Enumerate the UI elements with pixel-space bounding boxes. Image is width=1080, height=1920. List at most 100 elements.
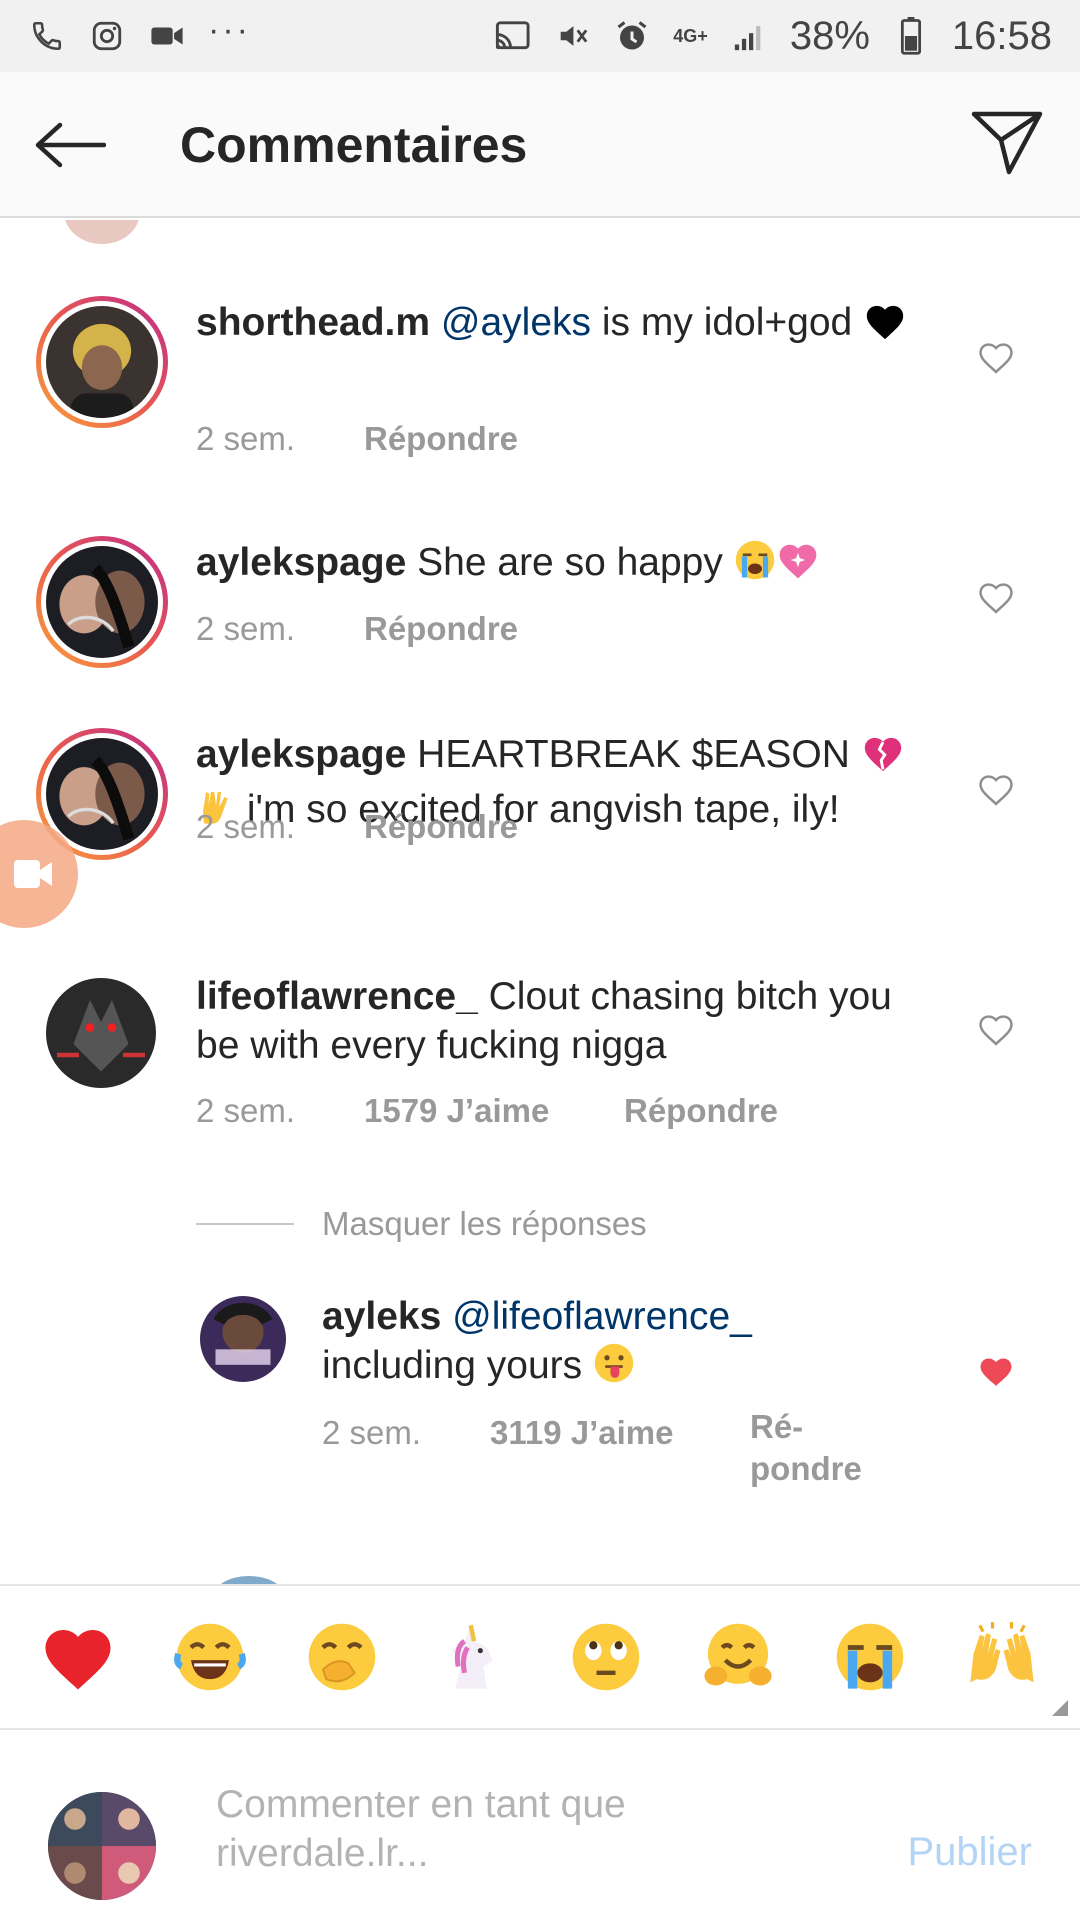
comment-input-placeholder-line1: Commenter en tant que [216,1783,626,1826]
comment-body: including yours [322,1344,583,1387]
emoji-hand-over-mouth[interactable] [300,1615,384,1699]
back-button[interactable] [30,112,110,178]
comment-body: She are so happy [406,541,723,584]
avatar [46,306,158,418]
comment-likes[interactable]: 3119 J’aime [490,1414,750,1490]
like-button[interactable] [972,1348,1020,1396]
mute-vibrate-icon [553,17,591,55]
comment-username[interactable]: aylekspage [196,733,406,776]
battery-percent: 38% [789,13,870,58]
comment-username[interactable]: lifeoflawrence_ [196,975,478,1018]
heart-filled-icon [980,1358,1012,1386]
reply-button[interactable]: Répondre [364,610,518,648]
current-user-avatar [48,1792,156,1900]
clock: 16:58 [951,13,1052,58]
comment-mention[interactable]: @lifeoflawrence_ [452,1295,752,1338]
comment-username[interactable]: shorthead.m [196,301,430,344]
comment-meta: 2 sem. 3119 J’aime Ré- pondre [322,1408,862,1490]
heart-outline-icon [979,1015,1013,1046]
emoji-rolling-eyes[interactable] [564,1615,648,1699]
back-arrow-icon [35,122,106,168]
comment-input[interactable]: Commenter en tant que riverdale.lr... [216,1780,836,1878]
reply-button[interactable]: Répondre [364,808,518,846]
like-button[interactable] [972,574,1020,622]
reply-button[interactable]: Répondre [624,1092,778,1130]
app-header: Commentaires [0,72,1080,218]
like-button[interactable] [972,766,1020,814]
emoji-loudly-crying[interactable] [828,1615,912,1699]
comment-likes[interactable]: 1579 J’aime [364,1092,624,1130]
heart-outline-icon [979,583,1013,614]
comment-input-placeholder-line2: riverdale.lr... [216,1832,429,1875]
more-notifications-icon: ··· [208,11,251,49]
avatar-story-ring[interactable] [36,296,168,428]
comment-meta: 2 sem. Répondre [196,420,518,458]
emoji-tears-of-joy[interactable] [168,1615,252,1699]
comment-time: 2 sem. [196,1092,296,1129]
comment-meta: 2 sem. Répondre [196,610,518,648]
comment-text: lifeoflawrence_ Clout chasing bitch you … [196,972,936,1070]
emoji-hugging-face[interactable] [696,1615,780,1699]
publish-button[interactable]: Publier [907,1830,1032,1875]
phone-icon [28,17,66,55]
loudly-crying-face-icon [734,539,776,593]
status-bar: ··· 4G+ 38% 16:58 [0,0,1080,72]
avatar[interactable] [46,978,156,1088]
direct-message-button[interactable] [966,102,1048,184]
avatar [46,546,158,658]
avatar [64,220,140,244]
loudly-crying-face-icon [836,1623,904,1691]
emoji-red-heart[interactable] [36,1615,120,1699]
comment-composer: Commenter en tant que riverdale.lr... Pu… [0,1730,1080,1920]
emoji-unicorn[interactable] [432,1615,516,1699]
avatar-story-ring[interactable] [36,536,168,668]
comment-text: shorthead.m @ayleks is my idol+god [196,298,936,353]
comment-body: is my idol+god [591,301,853,344]
red-heart-icon [45,1630,111,1690]
hugging-face-icon [704,1623,772,1686]
comment-text: aylekspage She are so happy [196,538,936,593]
raising-hands-icon [970,1622,1034,1683]
emoji-raising-hands[interactable] [960,1615,1044,1699]
rolling-eyes-icon [572,1623,640,1691]
comment-username[interactable]: aylekspage [196,541,406,584]
tears-of-joy-icon [174,1623,246,1691]
hide-replies-button[interactable]: Masquer les réponses [196,1205,647,1243]
divider [196,1223,294,1225]
cast-icon [493,17,531,55]
heart-outline-icon [979,775,1013,806]
avatar[interactable] [200,1296,286,1382]
comment-text: ayleks @lifeoflawrence_ including yours [322,1292,982,1396]
comment-time: 2 sem. [196,420,296,457]
like-button[interactable] [972,334,1020,382]
comment-body-start: HEARTBREAK $EASON [406,733,850,776]
paper-plane-icon [971,111,1043,175]
page-title: Commentaires [180,117,528,173]
avatar [46,738,158,850]
alarm-icon [613,17,651,55]
video-call-icon [148,17,186,55]
face-with-tongue-icon [593,1342,635,1396]
video-camera-icon [14,860,52,888]
heart-outline-icon [979,343,1013,374]
comment-username[interactable]: ayleks [322,1295,441,1338]
signal-icon [730,17,768,55]
instagram-icon [88,17,126,55]
sparkling-heart-icon [776,539,820,593]
reply-button[interactable]: Ré- pondre [750,1406,862,1490]
comment-time: 2 sem. [322,1414,422,1451]
resize-corner-icon [1052,1700,1068,1716]
network-type-label: 4G+ [673,26,708,46]
reply-button[interactable]: Répondre [364,420,518,458]
unicorn-icon [451,1624,493,1689]
reply-label-line1: Ré- [750,1408,804,1445]
comments-list[interactable]: shorthead.m @ayleks is my idol+god 2 sem… [0,220,1080,1586]
status-bar-right: 4G+ 38% 16:58 [493,14,1052,59]
like-button[interactable] [972,1006,1020,1054]
black-heart-icon [863,301,907,353]
face-with-hand-over-mouth-icon [308,1623,376,1691]
status-bar-left: ··· [28,13,251,55]
hide-replies-label: Masquer les réponses [322,1205,647,1242]
comment-time: 2 sem. [196,610,296,647]
comment-mention[interactable]: @ayleks [441,301,591,344]
